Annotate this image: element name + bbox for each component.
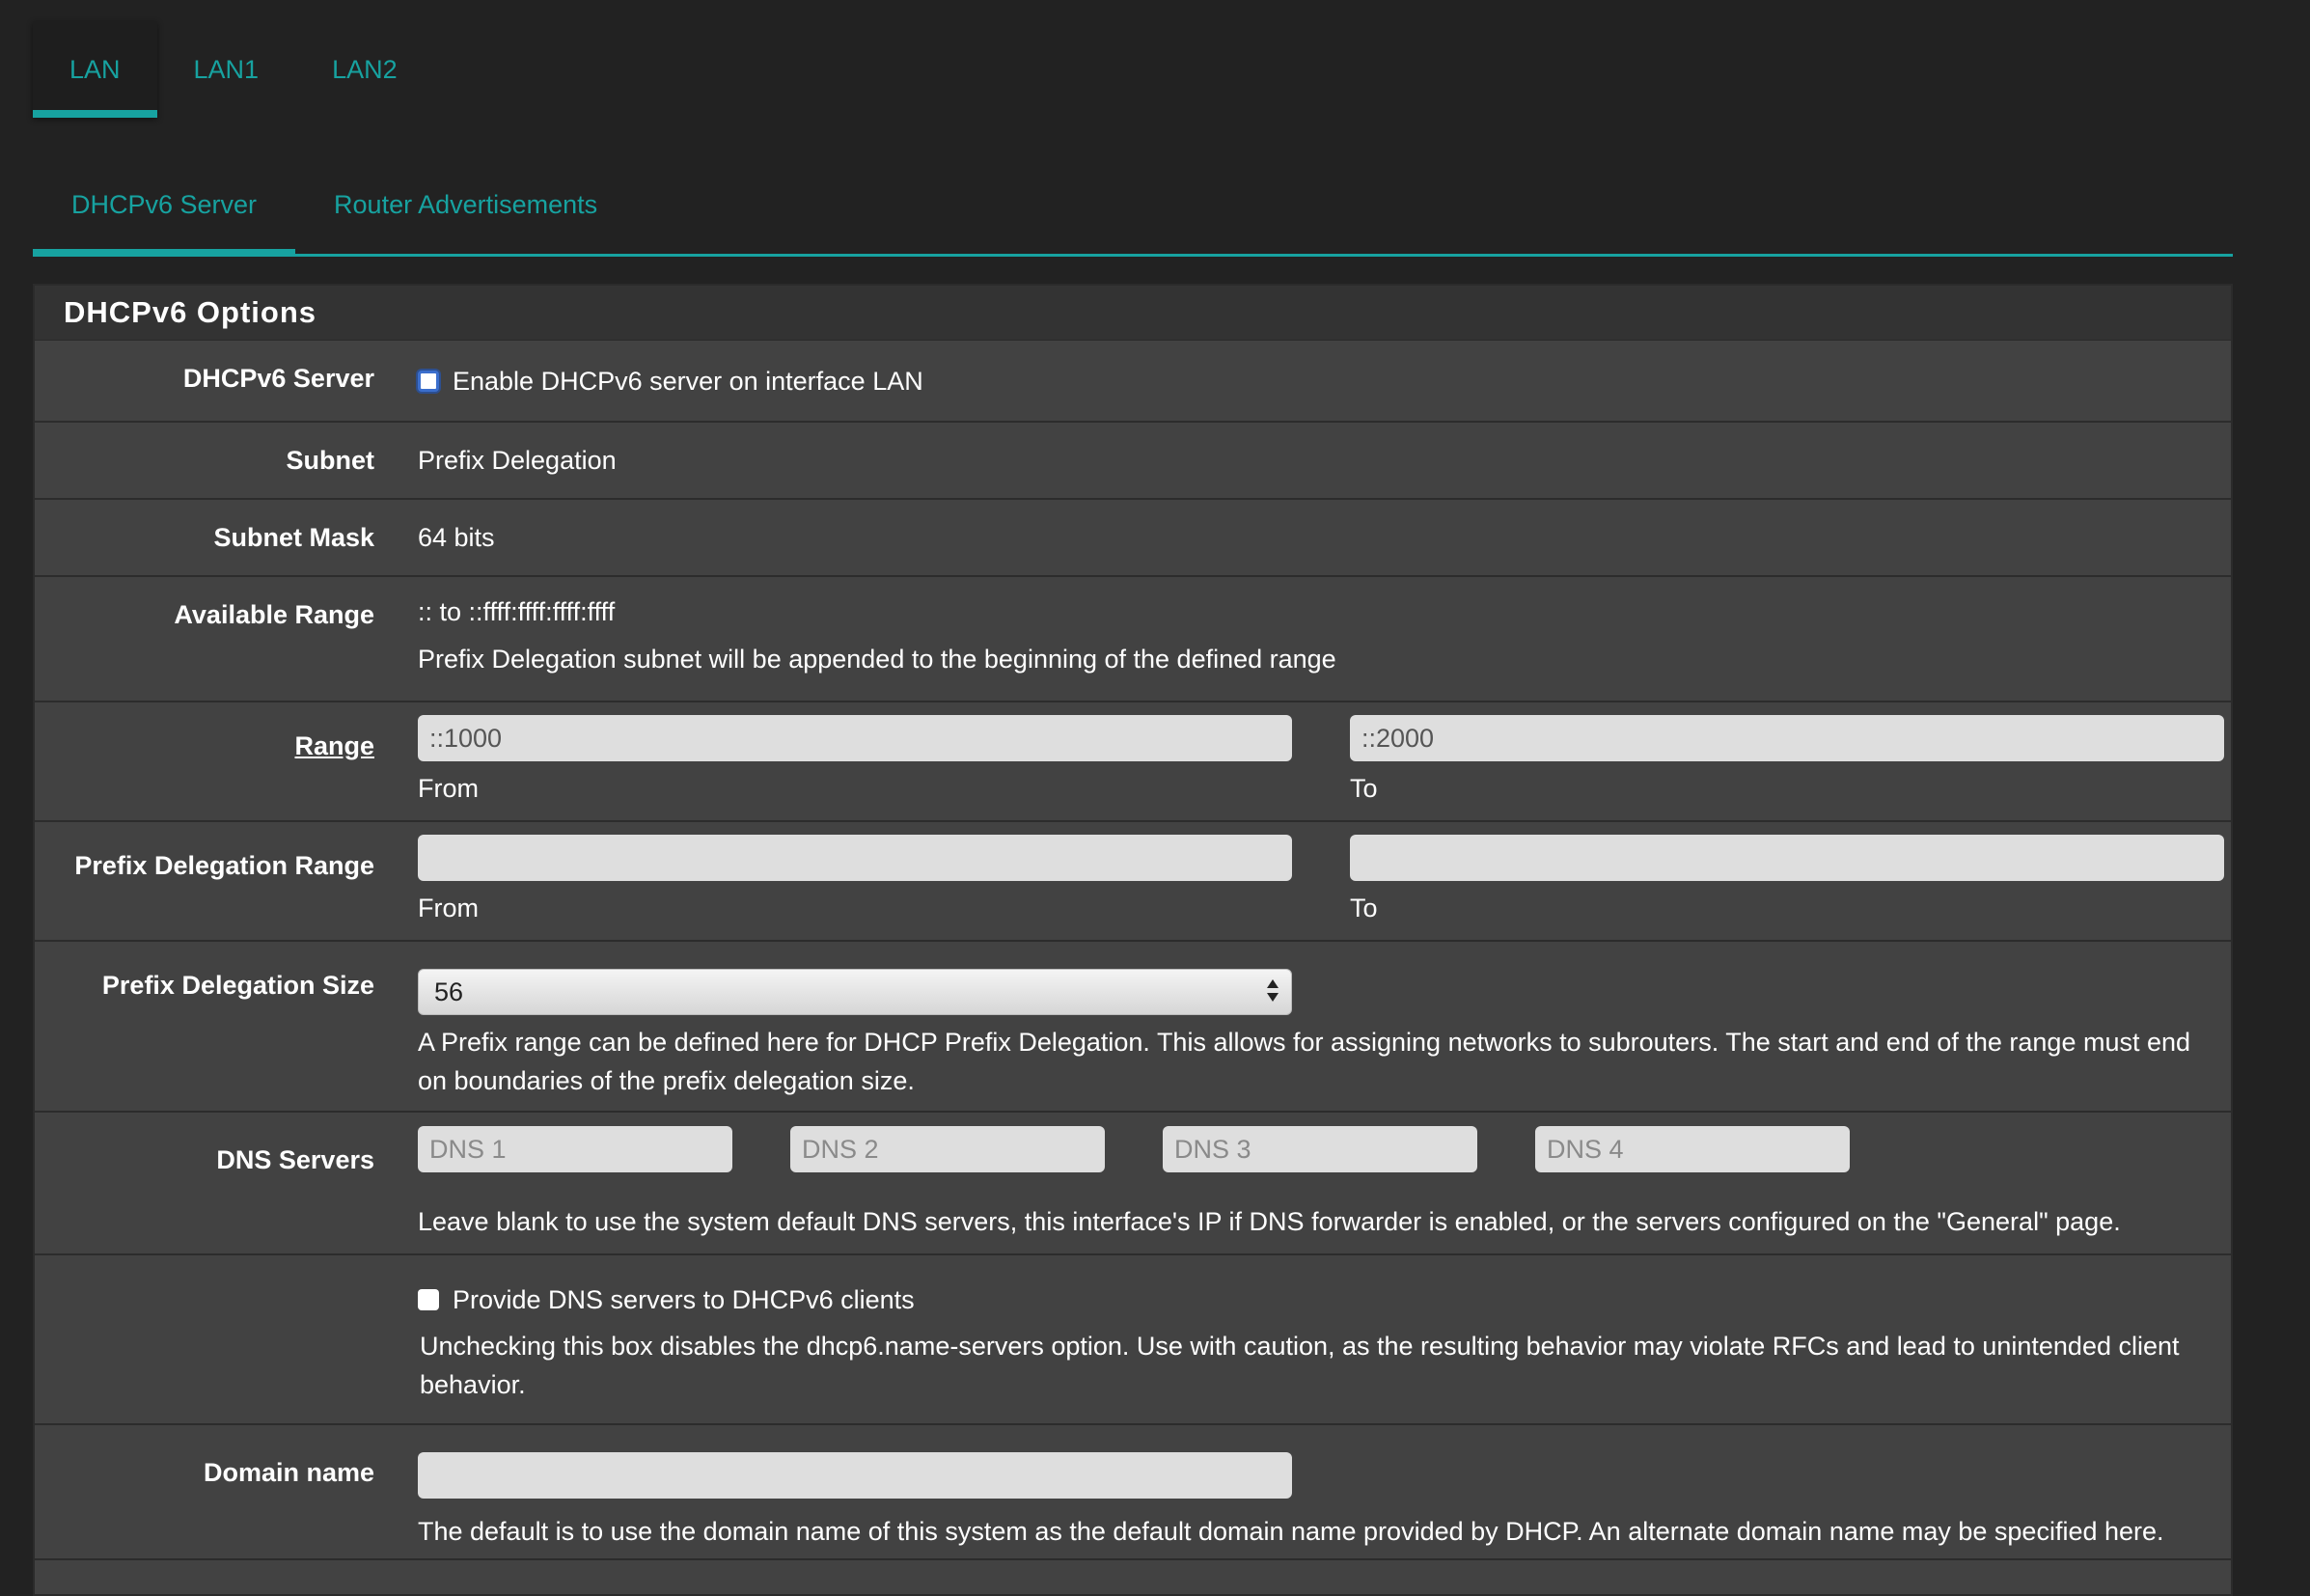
service-tabs: DHCPv6 Server Router Advertisements [33, 162, 2233, 257]
available-range-value: :: to ::ffff:ffff:ffff:ffff [418, 597, 616, 626]
row-prefix-delegation-size: Prefix Delegation Size 56 A Prefix range… [35, 942, 2231, 1113]
prefix-delegation-size-label: Prefix Delegation Size [101, 971, 374, 1000]
subnet-label: Subnet [286, 446, 375, 475]
prefix-delegation-range-label: Prefix Delegation Range [74, 851, 374, 880]
available-range-help: Prefix Delegation subnet will be appende… [418, 645, 1336, 674]
tab-lan[interactable]: LAN [33, 21, 157, 118]
prefix-delegation-size-select[interactable]: 56 [418, 969, 1292, 1015]
prefix-range-to-label: To [1350, 894, 1378, 922]
prefix-range-from-label: From [418, 894, 479, 922]
enable-dhcpv6-checkbox-label[interactable]: Enable DHCPv6 server on interface LAN [453, 367, 923, 397]
tab-router-advertisements[interactable]: Router Advertisements [295, 162, 636, 254]
range-to-input[interactable] [1350, 715, 2224, 761]
dns1-input[interactable] [418, 1126, 732, 1172]
select-updown-arrows-icon [1266, 976, 1279, 1008]
dhcpv6-server-label: DHCPv6 Server [182, 364, 374, 393]
dns-servers-help: Leave blank to use the system default DN… [418, 1207, 2121, 1236]
provide-dns-help: Unchecking this box disables the dhcp6.n… [420, 1332, 2180, 1399]
domain-name-label: Domain name [203, 1458, 374, 1487]
domain-name-help: The default is to use the domain name of… [418, 1517, 2164, 1546]
dns2-input[interactable] [790, 1126, 1105, 1172]
tab-lan1[interactable]: LAN1 [157, 21, 296, 118]
provide-dns-checkbox-label[interactable]: Provide DNS servers to DHCPv6 clients [453, 1285, 915, 1315]
dns-servers-label: DNS Servers [216, 1145, 374, 1174]
prefix-range-to-input[interactable] [1350, 835, 2224, 881]
range-from-input[interactable] [418, 715, 1292, 761]
subnet-mask-value: 64 bits [418, 523, 495, 552]
prefix-range-from-input[interactable] [418, 835, 1292, 881]
row-provide-dns: Provide DNS servers to DHCPv6 clients Un… [35, 1255, 2231, 1425]
range-to-label: To [1350, 774, 1378, 803]
domain-name-input[interactable] [418, 1452, 1292, 1499]
dns4-input[interactable] [1535, 1126, 1850, 1172]
row-prefix-delegation-range: Prefix Delegation Range From To [35, 822, 2231, 942]
row-subnet: Subnet Prefix Delegation [35, 423, 2231, 500]
range-label-link[interactable]: Range [27, 731, 374, 761]
row-dns-servers: DNS Servers Leave blank to use the syste… [35, 1113, 2231, 1255]
row-domain-name: Domain name The default is to use the do… [35, 1425, 2231, 1560]
panel-title: DHCPv6 Options [35, 286, 2231, 341]
interface-tabs: LAN LAN1 LAN2 [33, 21, 434, 118]
tab-dhcpv6-server[interactable]: DHCPv6 Server [33, 162, 296, 257]
row-dhcpv6-server: DHCPv6 Server Enable DHCPv6 server on in… [35, 341, 2231, 423]
row-available-range: Available Range :: to ::ffff:ffff:ffff:f… [35, 577, 2231, 702]
enable-dhcpv6-checkbox[interactable] [418, 371, 439, 392]
tab-lan2[interactable]: LAN2 [295, 21, 434, 118]
prefix-delegation-size-help: A Prefix range can be defined here for D… [418, 1028, 2191, 1095]
dhcpv6-options-panel: DHCPv6 Options DHCPv6 Server Enable DHCP… [33, 284, 2233, 1596]
row-range: Range From To [35, 702, 2231, 822]
range-from-label: From [418, 774, 479, 803]
provide-dns-checkbox[interactable] [418, 1289, 439, 1310]
subnet-mask-label: Subnet Mask [213, 523, 374, 552]
row-subnet-mask: Subnet Mask 64 bits [35, 500, 2231, 577]
prefix-delegation-size-value: 56 [434, 977, 464, 1006]
available-range-label: Available Range [174, 600, 374, 629]
subnet-value: Prefix Delegation [418, 446, 617, 475]
dns3-input[interactable] [1163, 1126, 1477, 1172]
